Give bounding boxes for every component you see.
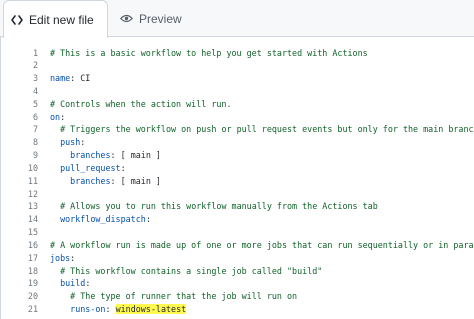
yaml-key: build [60,278,86,289]
code-line: 13 # Allows you to run this workflow man… [1,200,474,213]
code-line: 1 # This is a basic workflow to help you … [1,47,474,60]
yaml-key: branches [70,150,111,161]
editor-tabs-bar: Edit new file Preview [0,0,474,38]
code-text: on: [50,111,66,122]
code-line: 12 [1,188,474,201]
line-number: 14 [27,214,38,225]
code-comment: # Triggers the workflow on push or pull … [60,124,474,135]
code-text: name: CI [50,73,91,84]
line-number: 4 [32,85,38,96]
code-line: 8 push: [1,136,474,149]
line-number: 8 [32,137,38,148]
tab-edit-new-file[interactable]: Edit new file [3,0,108,38]
line-number: 1 [32,47,38,58]
code-line: 20 # The type of runner that the job wil… [1,290,474,303]
code-line: 14 workflow_dispatch: [1,213,474,226]
line-number: 3 [32,73,38,84]
yaml-key: on [50,111,61,122]
code-comment: # This workflow contains a single job ca… [60,265,323,276]
code-text: # This is a basic workflow to help you g… [50,47,368,60]
line-number: 2 [32,60,38,71]
line-number: 9 [32,150,38,161]
code-text: workflow_dispatch: [60,214,151,225]
code-line: 3 name: CI [1,72,474,85]
code-text: branches: [ main ] [70,150,161,161]
code-text: pull_request: [60,162,126,173]
code-text: push: [60,137,86,148]
code-comment: # A workflow run is made up of one or mo… [50,239,474,250]
tab-edit-label: Edit new file [29,12,94,27]
line-number: 7 [32,124,38,135]
yaml-key: workflow_dispatch [60,214,146,225]
code-line: 10 pull_request: [1,162,474,175]
code-line: 5 # Controls when the action will run. [1,98,474,111]
line-number: 20 [27,291,38,302]
code-editor[interactable]: 1 # This is a basic workflow to help you … [0,37,474,319]
yaml-key: name [50,73,71,84]
yaml-key: push [60,137,81,148]
line-number: 12 [27,188,38,199]
code-text: # Controls when the action will run. [50,98,232,111]
code-text: # This workflow contains a single job ca… [50,265,322,278]
yaml-key: runs-on [70,304,106,315]
code-text: # Allows you to run this workflow manual… [50,200,378,213]
code-comment: # The type of runner that the job will r… [70,291,298,302]
line-number: 18 [27,265,38,276]
code-line: 9 branches: [ main ] [1,149,474,162]
code-line: 19 build: [1,277,474,290]
code-text: branches: [ main ] [70,175,161,186]
code-text: # Triggers the workflow on push or pull … [50,123,474,136]
code-text: runs-on: windows-latest [70,304,187,315]
code-comment: # This is a basic workflow to help you g… [50,47,368,58]
code-line: 11 branches: [ main ] [1,175,474,188]
code-line: 21 runs-on: windows-latest [1,303,474,316]
line-number: 10 [27,162,38,173]
code-text: build: [60,278,91,289]
line-number: 11 [27,175,38,186]
yaml-key: branches [70,175,111,186]
code-text: # The type of runner that the job will r… [50,290,297,303]
line-number: 16 [27,239,38,250]
code-brackets-icon [11,14,23,25]
code-line: 6 on: [1,111,474,124]
line-number: 21 [27,304,38,315]
code-comment: # Allows you to run this workflow manual… [60,201,378,212]
code-line: 16 # A workflow run is made up of one or … [1,239,474,252]
code-text: # A workflow run is made up of one or mo… [50,239,474,252]
code-line: 18 # This workflow contains a single job… [1,265,474,278]
code-line: 2 [1,59,474,72]
highlighted-value: windows-latest [115,304,187,315]
yaml-key: jobs [50,252,71,263]
line-number: 17 [27,252,38,263]
code-line: 15 [1,226,474,239]
line-number: 19 [27,278,38,289]
code-text: jobs: [50,252,76,263]
line-number: 5 [32,98,38,109]
line-number: 6 [32,111,38,122]
code-line: 17 jobs: [1,252,474,265]
code-comment: # Controls when the action will run. [50,98,232,109]
yaml-key: pull_request [60,162,121,173]
line-number: 15 [27,227,38,238]
code-line: 4 [1,85,474,98]
code-line: 7 # Triggers the workflow on push or pul… [1,123,474,136]
tab-preview[interactable]: Preview [118,0,182,37]
eye-icon [120,14,133,23]
tab-preview-label: Preview [139,11,182,26]
line-number: 13 [27,201,38,212]
